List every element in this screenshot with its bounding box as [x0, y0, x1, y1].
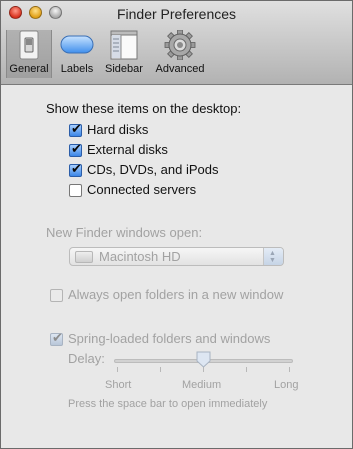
space-bar-note: Press the space bar to open immediately	[68, 398, 268, 410]
delay-long-label: Long	[274, 379, 299, 391]
spring-loaded-label: Spring-loaded folders and windows	[68, 331, 271, 346]
tab-sidebar[interactable]: Sidebar	[101, 30, 147, 78]
desktop-items-heading: Show these items on the desktop:	[46, 101, 242, 116]
always-open-checkbox[interactable]	[50, 289, 63, 302]
tab-general[interactable]: General	[6, 30, 52, 78]
new-window-popup[interactable]: Macintosh HD ▲ ▼	[69, 247, 284, 266]
connected-servers-checkbox[interactable]	[69, 184, 82, 197]
delay-short-label: Short	[105, 379, 132, 391]
connected-servers-label: Connected servers	[87, 182, 197, 197]
new-window-popup-value: Macintosh HD	[99, 249, 181, 264]
delay-medium-label: Medium	[182, 379, 222, 391]
hard-drive-icon	[75, 251, 93, 263]
delay-slider-tick	[160, 367, 161, 372]
tab-advanced-label: Advanced	[155, 63, 205, 75]
tab-sidebar-label: Sidebar	[105, 63, 143, 75]
hard-disks-checkbox[interactable]	[69, 122, 82, 137]
finder-preferences-window: Finder Preferences General Labels Sideba…	[0, 0, 353, 449]
removable-media-label: CDs, DVDs, and iPods	[87, 162, 219, 177]
delay-label: Delay:	[68, 351, 105, 366]
sidebar-window-icon	[110, 30, 138, 60]
gear-icon	[164, 30, 196, 60]
external-disks-checkbox[interactable]	[69, 142, 82, 157]
tab-labels[interactable]: Labels	[57, 30, 97, 78]
label-pill-icon	[60, 35, 94, 54]
delay-slider-tick	[117, 367, 118, 372]
general-pane: Show these items on the desktop: Hard di…	[1, 85, 352, 448]
always-open-label: Always open folders in a new window	[68, 287, 284, 302]
delay-slider-tick	[289, 367, 290, 372]
delay-slider-tick	[246, 367, 247, 372]
light-switch-icon	[19, 30, 39, 60]
removable-media-checkbox[interactable]	[69, 162, 82, 177]
spring-loaded-checkbox[interactable]	[50, 331, 63, 346]
tab-general-label: General	[9, 63, 49, 75]
tab-advanced[interactable]: Advanced	[151, 30, 209, 78]
popup-arrows-icon: ▲ ▼	[263, 248, 283, 265]
tab-labels-label: Labels	[60, 63, 94, 75]
toolbar: Finder Preferences General Labels Sideba…	[1, 1, 352, 85]
hard-disks-label: Hard disks	[87, 122, 149, 137]
new-window-label: New Finder windows open:	[46, 225, 203, 240]
delay-slider-thumb[interactable]	[196, 351, 211, 368]
window-title: Finder Preferences	[116, 6, 237, 22]
external-disks-label: External disks	[87, 142, 168, 157]
